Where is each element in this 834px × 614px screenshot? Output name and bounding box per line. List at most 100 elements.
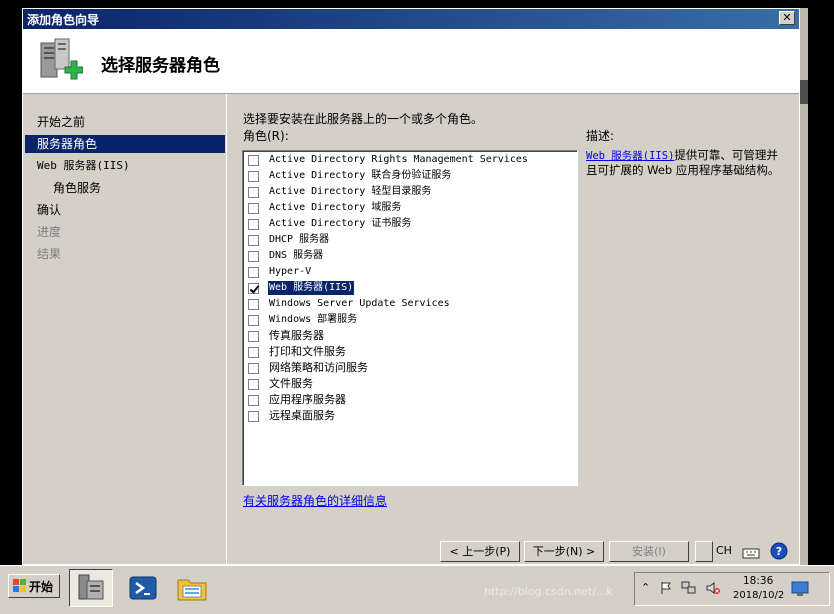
role-checkbox[interactable] xyxy=(248,330,259,342)
taskbar-server-manager[interactable] xyxy=(69,569,113,607)
show-desktop-icon[interactable] xyxy=(791,581,809,597)
role-row[interactable]: 传真服务器 xyxy=(248,328,325,344)
role-checkbox[interactable] xyxy=(248,378,259,390)
role-checkbox[interactable] xyxy=(248,154,259,166)
taskbar-explorer[interactable] xyxy=(170,569,214,607)
svg-text:?: ? xyxy=(776,545,782,558)
language-bar: CH ? xyxy=(692,540,797,562)
server-roles-icon xyxy=(40,38,83,80)
role-label: Windows Server Update Services xyxy=(269,298,450,309)
windows-flag-icon xyxy=(13,579,26,592)
role-row[interactable]: 应用程序服务器 xyxy=(248,392,347,408)
start-label: 开始 xyxy=(29,579,54,594)
role-checkbox[interactable] xyxy=(248,298,259,310)
role-label: DNS 服务器 xyxy=(269,250,324,261)
role-row[interactable]: Active Directory 域服务 xyxy=(248,200,402,216)
role-label: Web 服务器(IIS) xyxy=(268,281,355,295)
main-content: 选择要安装在此服务器上的一个或多个角色。 角色(R): 描述: Active D… xyxy=(227,94,799,564)
role-checkbox[interactable] xyxy=(248,266,259,278)
add-roles-wizard-window: 添加角色向导 ✕ 选择服务器角色 开始之前 服务器角色 Web 服务器(IIS)… xyxy=(22,8,800,565)
roles-list[interactable]: Active Directory Rights Management Servi… xyxy=(242,150,578,486)
role-checkbox[interactable] xyxy=(248,170,259,182)
keyboard-icon[interactable] xyxy=(742,544,760,562)
role-row[interactable]: Hyper-V xyxy=(248,264,312,280)
help-icon[interactable]: ? xyxy=(770,542,788,560)
taskbar: 开始 ⌃ 18:36 2018/10/2 http://blog.csdn.ne… xyxy=(0,565,834,614)
role-label: DHCP 服务器 xyxy=(269,234,330,245)
role-checkbox[interactable] xyxy=(248,394,259,406)
role-checkbox-checked[interactable] xyxy=(248,282,259,294)
role-checkbox[interactable] xyxy=(248,218,259,230)
role-row[interactable]: 网络策略和访问服务 xyxy=(248,360,369,376)
window-title: 添加角色向导 xyxy=(27,13,100,27)
role-label: 传真服务器 xyxy=(269,329,324,342)
role-row[interactable]: 打印和文件服务 xyxy=(248,344,347,360)
install-button: 安装(I) xyxy=(609,541,689,562)
description-link[interactable]: Web 服务器(IIS) xyxy=(586,150,674,162)
description-label: 描述: xyxy=(586,129,615,143)
role-label: 打印和文件服务 xyxy=(269,345,346,358)
start-button[interactable]: 开始 xyxy=(8,574,60,598)
flag-icon[interactable] xyxy=(659,581,673,595)
role-row[interactable]: DHCP 服务器 xyxy=(248,232,330,248)
role-row[interactable]: 文件服务 xyxy=(248,376,314,392)
role-checkbox[interactable] xyxy=(248,186,259,198)
clock-date[interactable]: 2018/10/2 xyxy=(733,590,784,601)
role-row[interactable]: DNS 服务器 xyxy=(248,248,324,264)
nav-item-before-you-begin[interactable]: 开始之前 xyxy=(25,113,225,131)
role-label: Active Directory 证书服务 xyxy=(269,218,412,229)
server-manager-icon xyxy=(78,574,104,600)
nav-item-server-roles[interactable]: 服务器角色 xyxy=(25,135,225,153)
role-row[interactable]: Active Directory 联合身份验证服务 xyxy=(248,168,452,184)
role-row[interactable]: 远程桌面服务 xyxy=(248,408,336,424)
description-panel: Web 服务器(IIS)提供可靠、可管理并且可扩展的 Web 应用程序基础结构。 xyxy=(586,148,786,177)
wizard-steps-nav: 开始之前 服务器角色 Web 服务器(IIS) 角色服务 确认 进度 结果 xyxy=(23,94,227,564)
role-checkbox[interactable] xyxy=(248,314,259,326)
role-row[interactable]: Active Directory 证书服务 xyxy=(248,216,412,232)
explorer-icon xyxy=(177,579,207,601)
role-row-web-server[interactable]: Web 服务器(IIS) xyxy=(248,280,355,296)
show-hidden-icons-icon[interactable]: ⌃ xyxy=(641,581,650,594)
role-label: 网络策略和访问服务 xyxy=(269,361,368,374)
watermark-text: http://blog.csdn.net/...k xyxy=(484,585,613,598)
speaker-muted-icon[interactable] xyxy=(705,581,721,595)
wizard-header: 选择服务器角色 xyxy=(23,29,799,94)
close-button[interactable]: ✕ xyxy=(779,11,795,25)
role-row[interactable]: Active Directory Rights Management Servi… xyxy=(248,152,529,168)
intro-text: 选择要安装在此服务器上的一个或多个角色。 xyxy=(243,112,484,126)
role-label: Windows 部署服务 xyxy=(269,314,358,325)
nav-item-confirmation[interactable]: 确认 xyxy=(25,201,225,219)
language-indicator[interactable]: CH xyxy=(716,542,732,560)
clock-time[interactable]: 18:36 xyxy=(743,575,773,587)
more-info-link[interactable]: 有关服务器角色的详细信息 xyxy=(243,492,387,509)
next-button[interactable]: 下一步(N) > xyxy=(524,541,604,562)
role-row[interactable]: Windows Server Update Services xyxy=(248,296,451,312)
roles-label: 角色(R): xyxy=(243,129,289,143)
role-label: 远程桌面服务 xyxy=(269,409,335,422)
nav-item-role-services[interactable]: 角色服务 xyxy=(25,179,225,197)
role-label: 文件服务 xyxy=(269,377,313,390)
role-checkbox[interactable] xyxy=(248,202,259,214)
network-icon[interactable] xyxy=(681,581,697,595)
title-bar[interactable]: 添加角色向导 ✕ xyxy=(23,9,799,29)
previous-button[interactable]: < 上一步(P) xyxy=(440,541,520,562)
nav-item-web-server[interactable]: Web 服务器(IIS) xyxy=(25,157,225,175)
powershell-icon xyxy=(129,576,157,600)
role-checkbox[interactable] xyxy=(248,362,259,374)
role-label: Active Directory 轻型目录服务 xyxy=(269,186,432,197)
role-label: Active Directory 联合身份验证服务 xyxy=(269,170,452,181)
role-label: Active Directory 域服务 xyxy=(269,202,402,213)
role-row[interactable]: Windows 部署服务 xyxy=(248,312,358,328)
role-label: 应用程序服务器 xyxy=(269,393,346,406)
nav-item-results: 结果 xyxy=(37,247,62,261)
role-checkbox[interactable] xyxy=(248,346,259,358)
role-checkbox[interactable] xyxy=(248,410,259,422)
role-row[interactable]: Active Directory 轻型目录服务 xyxy=(248,184,432,200)
role-label: Hyper-V xyxy=(269,266,312,277)
role-checkbox[interactable] xyxy=(248,234,259,246)
nav-item-progress: 进度 xyxy=(37,225,62,239)
taskbar-powershell[interactable] xyxy=(121,569,165,607)
role-checkbox[interactable] xyxy=(248,250,259,262)
scrollbar-thumb[interactable] xyxy=(800,80,808,104)
role-label: Active Directory Rights Management Servi… xyxy=(269,154,528,165)
